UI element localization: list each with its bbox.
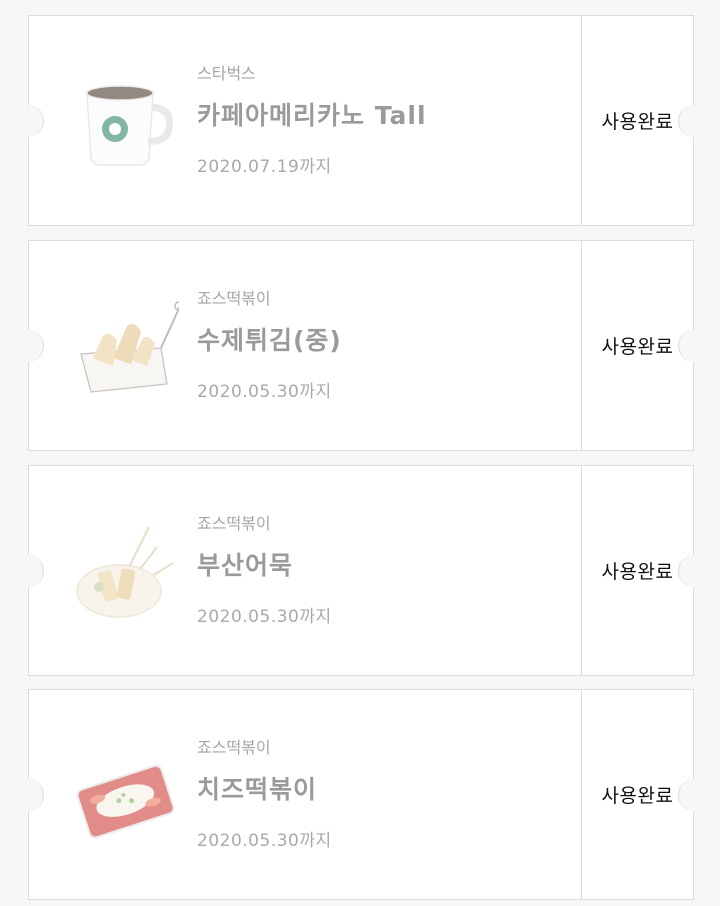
status-panel: 사용완료 (581, 466, 693, 675)
expiry-date: 2020.05.30까지 (197, 831, 332, 851)
coupon-card[interactable]: 스타벅스 카페아메리카노 Tall 2020.07.19까지 사용완료 (12, 15, 710, 226)
status-panel: 사용완료 (581, 16, 693, 225)
brand-name: 스타벅스 (197, 64, 256, 83)
status-badge: 사용완료 (601, 111, 674, 133)
product-name: 치즈떡볶이 (197, 775, 318, 804)
ticket-notch-right (678, 104, 710, 137)
coupon-info: 죠스떡볶이 부산어묵 2020.05.30까지 (29, 466, 581, 675)
status-badge: 사용완료 (601, 336, 674, 358)
status-panel: 사용완료 (581, 241, 693, 450)
status-panel: 사용완료 (581, 690, 693, 899)
status-badge: 사용완료 (601, 785, 674, 807)
brand-name: 죠스떡볶이 (197, 289, 271, 308)
expiry-date: 2020.05.30까지 (197, 607, 332, 627)
expiry-date: 2020.05.30까지 (197, 382, 332, 402)
coupon-text: 죠스떡볶이 부산어묵 2020.05.30까지 (197, 510, 332, 627)
brand-name: 죠스떡볶이 (197, 514, 271, 533)
coupon-text: 스타벅스 카페아메리카노 Tall 2020.07.19까지 (197, 60, 427, 177)
ticket-notch-right (678, 778, 710, 811)
brand-name: 죠스떡볶이 (197, 738, 271, 757)
coffee-mug-icon (69, 71, 179, 171)
ticket-notch-right (678, 554, 710, 587)
cheese-tteokbokki-icon (69, 745, 179, 845)
coupon-info: 죠스떡볶이 치즈떡볶이 2020.05.30까지 (29, 690, 581, 899)
ticket-notch-right (678, 329, 710, 362)
coupon-info: 죠스떡볶이 수제튀김(중) 2020.05.30까지 (29, 241, 581, 450)
coupon-card[interactable]: 죠스떡볶이 수제튀김(중) 2020.05.30까지 사용완료 (12, 240, 710, 451)
coupon-text: 죠스떡볶이 치즈떡볶이 2020.05.30까지 (197, 734, 332, 851)
coupon-card[interactable]: 죠스떡볶이 치즈떡볶이 2020.05.30까지 사용완료 (12, 689, 710, 900)
product-name: 부산어묵 (197, 551, 294, 580)
coupon-info: 스타벅스 카페아메리카노 Tall 2020.07.19까지 (29, 16, 581, 225)
coupon-text: 죠스떡볶이 수제튀김(중) 2020.05.30까지 (197, 285, 342, 402)
product-name: 수제튀김(중) (197, 326, 342, 355)
fishcake-bowl-icon (69, 521, 179, 621)
status-badge: 사용완료 (601, 561, 674, 583)
coupon-list: 스타벅스 카페아메리카노 Tall 2020.07.19까지 사용완료 죠스떡볶… (0, 0, 720, 906)
fried-food-basket-icon (69, 296, 184, 396)
coupon-card[interactable]: 죠스떡볶이 부산어묵 2020.05.30까지 사용완료 (12, 465, 710, 676)
expiry-date: 2020.07.19까지 (197, 157, 332, 177)
product-name: 카페아메리카노 Tall (197, 101, 427, 130)
